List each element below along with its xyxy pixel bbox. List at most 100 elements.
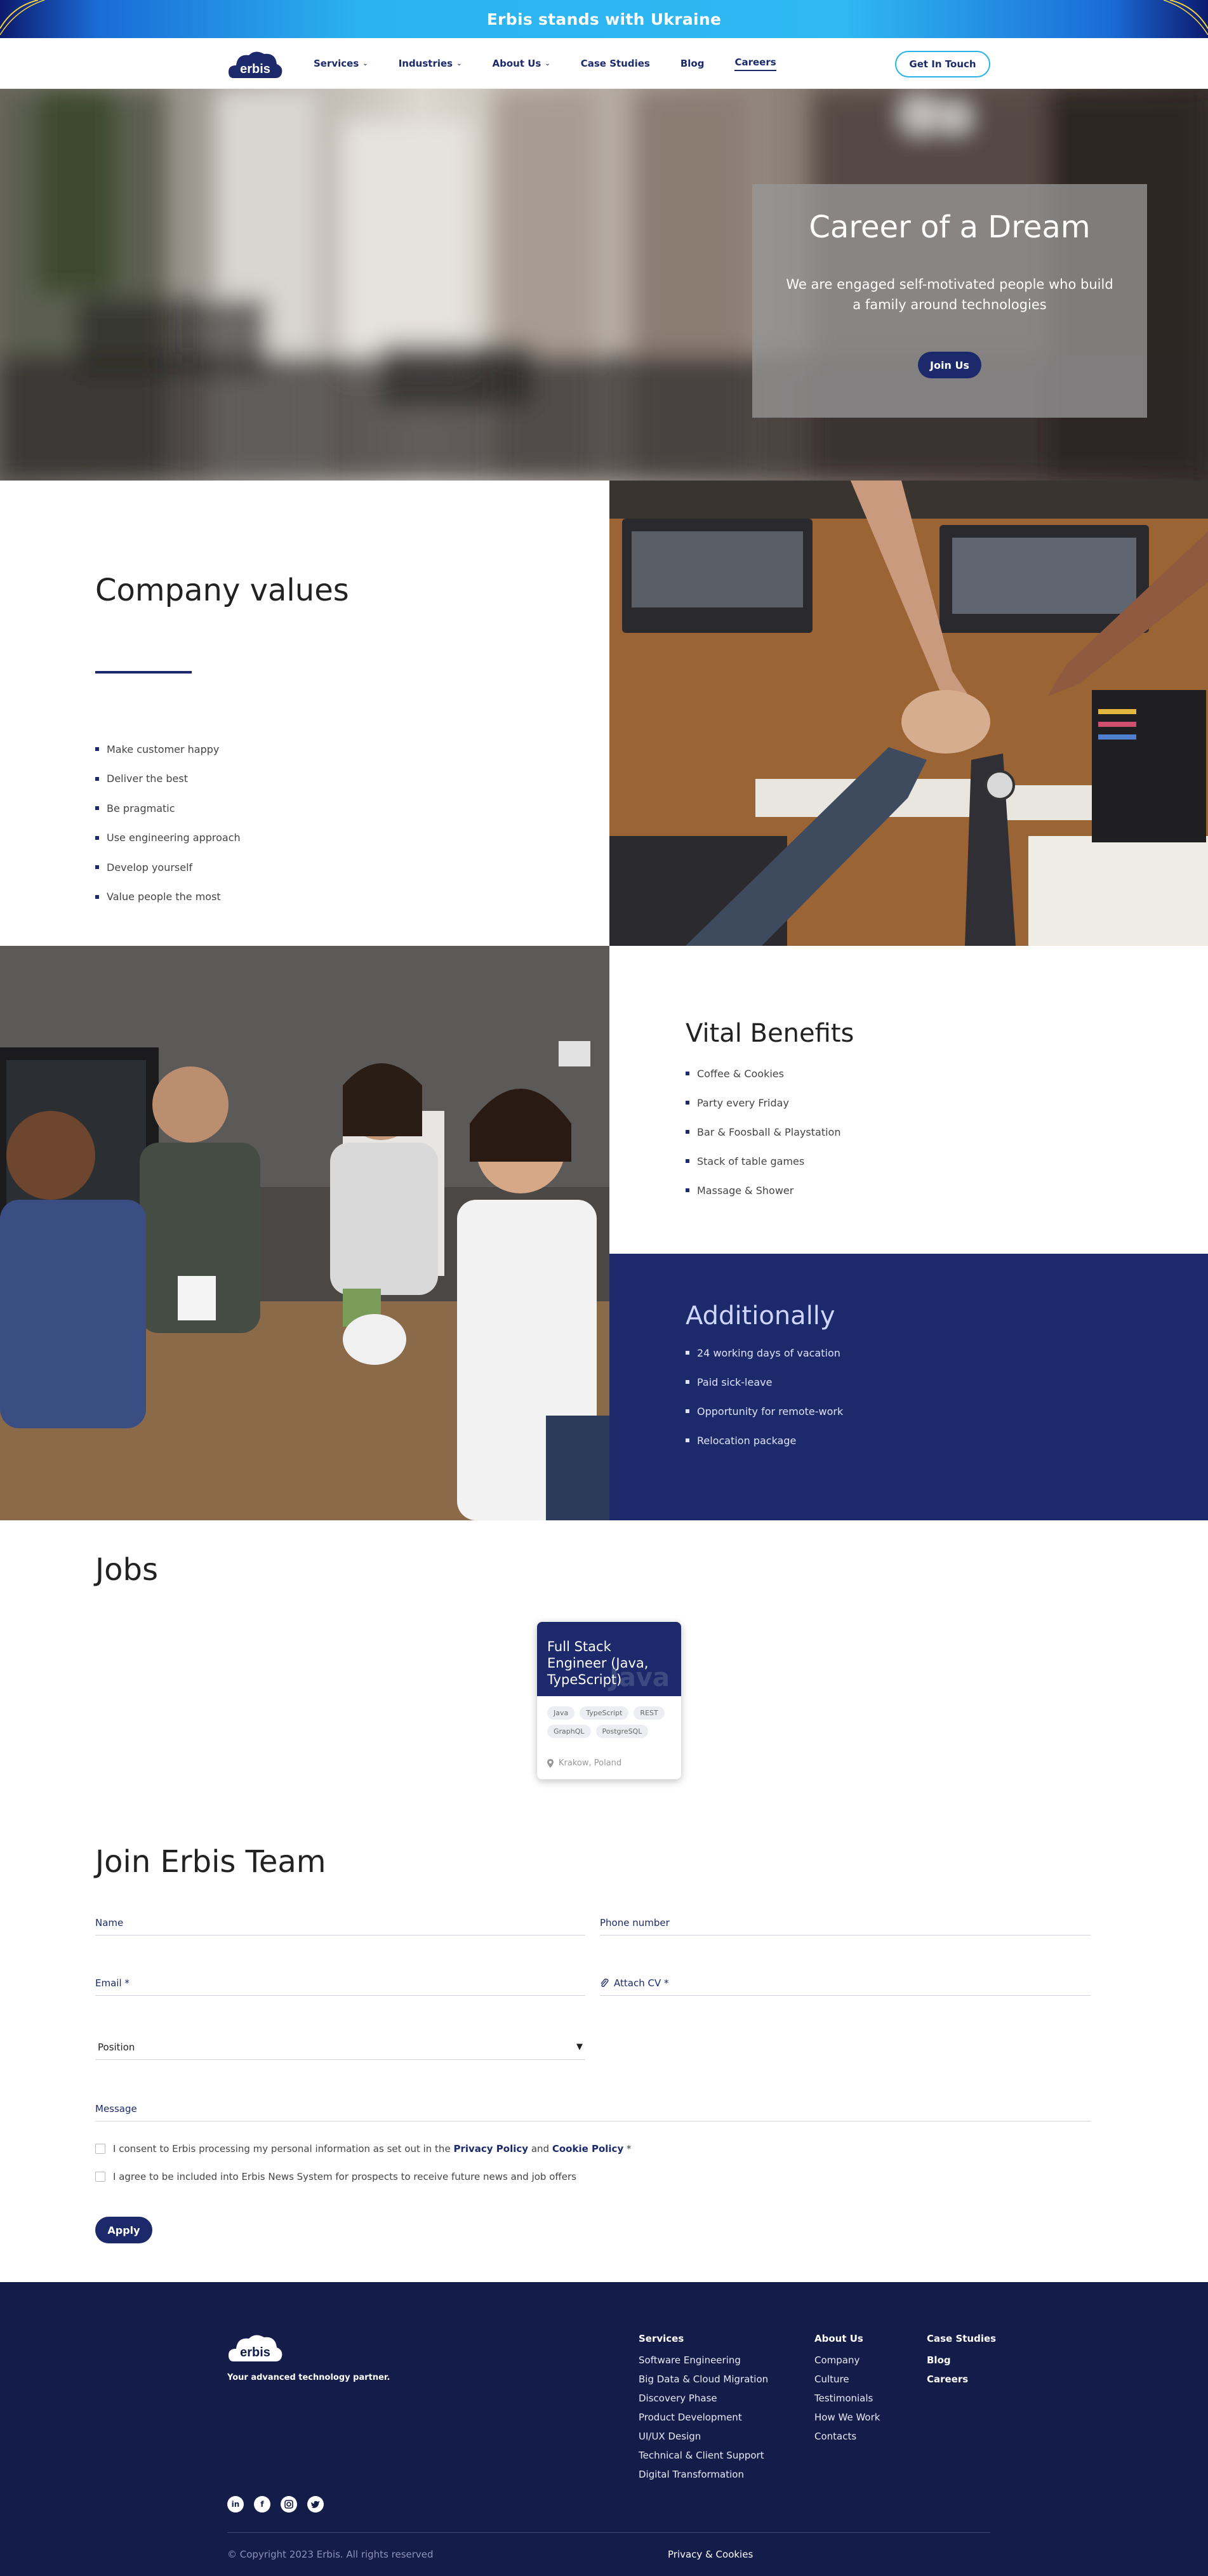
bullet-icon — [95, 835, 99, 840]
job-location-text: Krakow, Poland — [559, 1758, 622, 1768]
consent-checkbox[interactable] — [95, 2144, 105, 2154]
footer-link[interactable]: Software Engineering — [639, 2351, 768, 2370]
list-item-text: Party every Friday — [697, 1096, 789, 1109]
list-item: Value people the most — [95, 882, 241, 912]
news-consent-text: I agree to be included into Erbis News S… — [113, 2171, 576, 2182]
job-card-header: Full Stack Engineer (Java, TypeScript) J… — [537, 1622, 681, 1696]
list-item-text: Be pragmatic — [107, 802, 175, 814]
bullet-icon — [686, 1351, 689, 1355]
privacy-cookies-link[interactable]: Privacy & Cookies — [668, 2549, 753, 2560]
footer-link[interactable]: Big Data & Cloud Migration — [639, 2370, 768, 2389]
social-links: in f — [227, 2496, 324, 2513]
footer-case-studies-link[interactable]: Case Studies — [927, 2333, 996, 2344]
nav-blog[interactable]: Blog — [680, 58, 705, 69]
footer-services-heading[interactable]: Services — [639, 2333, 768, 2344]
additionally-list: 24 working days of vacation Paid sick-le… — [686, 1338, 843, 1455]
news-checkbox-row: I agree to be included into Erbis News S… — [95, 2171, 576, 2182]
footer-link[interactable]: Testimonials — [814, 2389, 880, 2408]
bullet-icon — [686, 1409, 689, 1413]
footer-link[interactable]: UI/UX Design — [639, 2427, 768, 2446]
nav-careers[interactable]: Careers — [734, 56, 776, 71]
list-item-text: Deliver the best — [107, 773, 188, 785]
list-item: Make customer happy — [95, 734, 241, 764]
hero-subtitle: We are engaged self-motivated people who… — [786, 277, 1113, 312]
nav-case-studies[interactable]: Case Studies — [581, 58, 650, 69]
nav-about-us-label: About Us — [492, 58, 541, 69]
footer-link[interactable]: Technical & Client Support — [639, 2446, 768, 2465]
list-item: Use engineering approach — [95, 823, 241, 853]
bullet-icon — [686, 1380, 689, 1384]
bullet-icon — [95, 806, 99, 811]
footer-logo-text: erbis — [240, 2346, 270, 2360]
footer-divider — [227, 2532, 990, 2533]
privacy-policy-link[interactable]: Privacy Policy — [453, 2143, 528, 2154]
erbis-logo[interactable]: erbis — [227, 48, 283, 81]
nav-about-us[interactable]: About Us ⌄ — [493, 58, 550, 69]
benefits-section: Vital Benefits Coffee & Cookies Party ev… — [0, 946, 1208, 1520]
benefits-columns: Vital Benefits Coffee & Cookies Party ev… — [609, 946, 1208, 1520]
list-item: 24 working days of vacation — [686, 1338, 843, 1367]
twitter-icon[interactable] — [307, 2496, 324, 2513]
list-item: Relocation package — [686, 1426, 843, 1455]
name-field[interactable]: Name — [95, 1910, 585, 1935]
attach-cv-field[interactable]: Attach CV * — [600, 1970, 1091, 1996]
list-item-text: Opportunity for remote-work — [697, 1405, 844, 1417]
nav-industries[interactable]: Industries ⌄ — [399, 58, 462, 69]
email-field[interactable]: Email * — [95, 1970, 585, 1996]
list-item: Deliver the best — [95, 764, 241, 794]
position-select[interactable]: Position ▼ — [95, 2035, 585, 2060]
chevron-down-icon: ⌄ — [456, 60, 462, 67]
footer-link[interactable]: Discovery Phase — [639, 2389, 768, 2408]
list-item: Be pragmatic — [95, 793, 241, 823]
footer-erbis-logo[interactable]: erbis — [227, 2331, 283, 2364]
get-in-touch-button[interactable]: Get In Touch — [895, 51, 990, 77]
footer-link[interactable]: How We Work — [814, 2408, 880, 2427]
footer-services-column: Services Software Engineering Big Data &… — [639, 2333, 768, 2484]
footer-link[interactable]: Product Development — [639, 2408, 768, 2427]
company-values-text: Company values Make customer happy Deliv… — [0, 481, 609, 946]
site-header: erbis Services ⌄ Industries ⌄ About Us ⌄ Ca… — [0, 38, 1208, 89]
footer-link[interactable]: Culture — [814, 2370, 880, 2389]
photo-illustration — [0, 946, 609, 1520]
list-item-text: Relocation package — [697, 1434, 797, 1447]
tag: GraphQL — [547, 1725, 591, 1738]
list-item-text: Coffee & Cookies — [697, 1067, 784, 1080]
list-item-text: 24 working days of vacation — [697, 1346, 840, 1359]
tag: TypeScript — [580, 1706, 629, 1720]
linkedin-icon[interactable]: in — [227, 2496, 244, 2513]
nav-services[interactable]: Services ⌄ — [314, 58, 368, 69]
footer-link[interactable]: Contacts — [814, 2427, 880, 2446]
footer-other-column: Case Studies Blog Careers — [927, 2333, 996, 2389]
chevron-down-icon: ⌄ — [362, 60, 368, 67]
bullet-icon — [686, 1188, 689, 1192]
instagram-icon[interactable] — [281, 2496, 297, 2513]
job-tags: Java TypeScript REST GraphQL PostgreSQL — [537, 1696, 681, 1738]
facebook-icon[interactable]: f — [254, 2496, 270, 2513]
consent-prefix: I consent to Erbis processing my persona… — [113, 2143, 451, 2154]
footer-link[interactable]: Digital Transformation — [639, 2465, 768, 2484]
cookie-policy-link[interactable]: Cookie Policy — [552, 2143, 623, 2154]
location-pin-icon — [547, 1758, 554, 1768]
instagram-glyph-icon — [284, 2500, 293, 2509]
ukraine-banner[interactable]: Erbis stands with Ukraine — [0, 0, 1208, 38]
company-values-list: Make customer happy Deliver the best Be … — [95, 734, 241, 912]
email-field-label: Email * — [95, 1977, 129, 1989]
apply-button[interactable]: Apply — [95, 2217, 152, 2243]
bullet-icon — [686, 1072, 689, 1075]
job-card[interactable]: Full Stack Engineer (Java, TypeScript) J… — [537, 1622, 681, 1779]
list-item: Coffee & Cookies — [686, 1059, 840, 1088]
footer-careers-link[interactable]: Careers — [927, 2370, 996, 2389]
footer-blog-link[interactable]: Blog — [927, 2351, 996, 2370]
news-checkbox[interactable] — [95, 2172, 105, 2182]
footer-link[interactable]: Company — [814, 2351, 880, 2370]
nav-case-studies-label: Case Studies — [580, 58, 650, 69]
title-underline — [95, 671, 192, 674]
footer-about-heading[interactable]: About Us — [814, 2333, 880, 2344]
phone-field[interactable]: Phone number — [600, 1910, 1091, 1935]
additionally-panel: Additionally 24 working days of vacation… — [609, 1254, 1208, 1520]
bullet-icon — [686, 1159, 689, 1163]
join-us-button[interactable]: Join Us — [918, 352, 981, 378]
message-field[interactable]: Message — [95, 2096, 1091, 2121]
footer-about-column: About Us Company Culture Testimonials Ho… — [814, 2333, 880, 2446]
copyright-text: © Copyright 2023 Erbis. All rights reser… — [227, 2549, 434, 2560]
